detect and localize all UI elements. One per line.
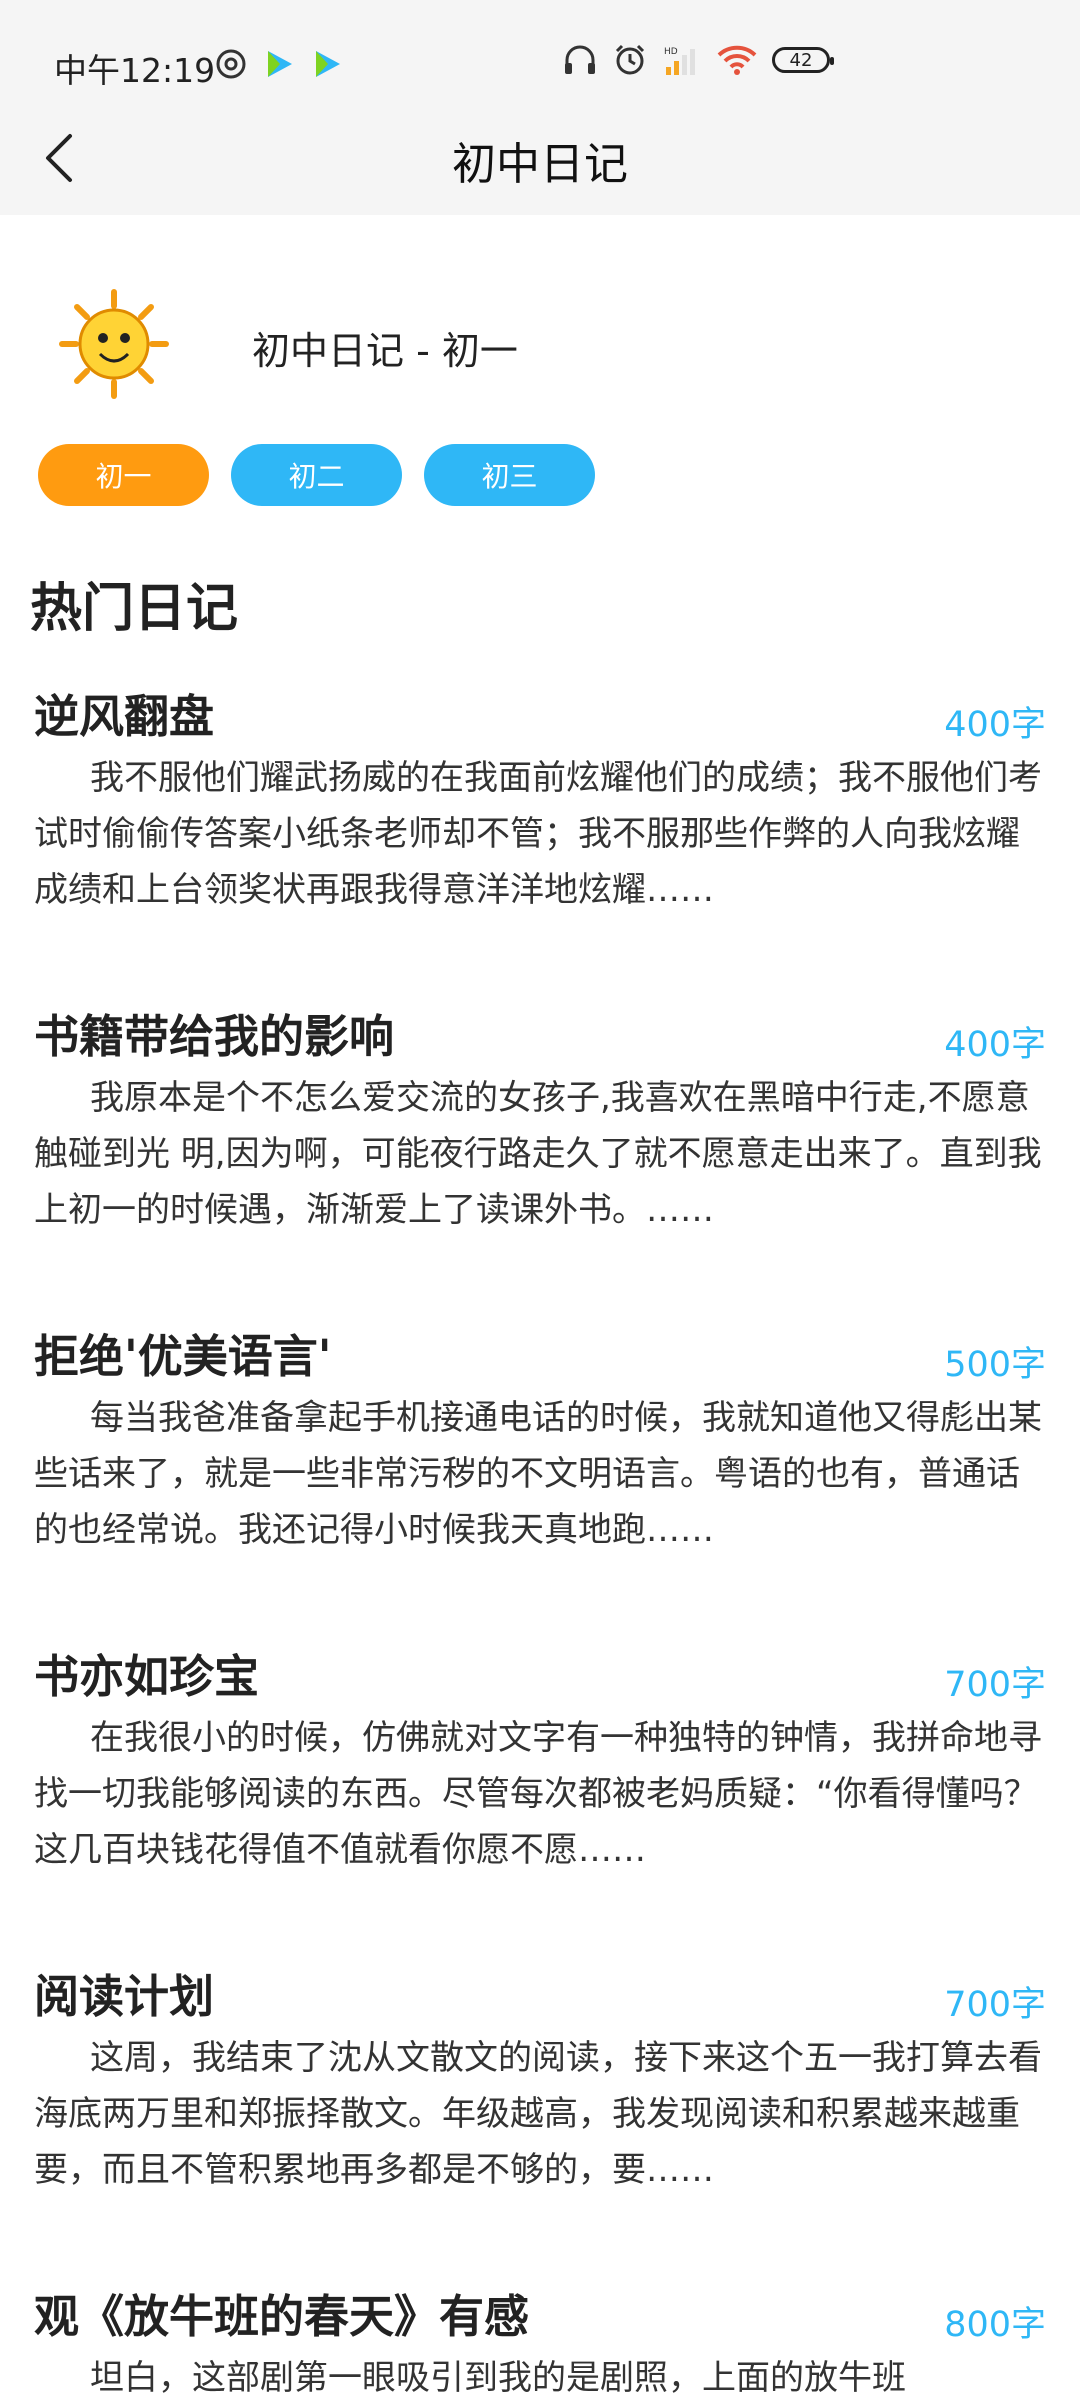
status-right-icons: HD 42 bbox=[562, 40, 834, 80]
signal-icon: HD bbox=[664, 47, 695, 75]
diary-item[interactable]: 书亦如珍宝 700字 在我很小的时候，仿佛就对文字有一种独特的钟情，我拼命地寻找… bbox=[0, 1620, 1080, 1940]
diary-title: 阅读计划 bbox=[34, 1970, 215, 2023]
diary-excerpt: 每当我爸准备拿起手机接通电话的时候，我就知道他又得彪出某些话来了，就是一些非常污… bbox=[34, 1398, 1042, 1550]
diary-item[interactable]: 阅读计划 700字 这周，我结束了沈从文散文的阅读，接下来这个五一我打算去看海底… bbox=[0, 1940, 1080, 2260]
diary-item[interactable]: 观《放牛班的春天》有感 800字 坦白，这部剧第一眼吸引到我的是剧照，上面的放牛… bbox=[0, 2260, 1080, 2400]
diary-item[interactable]: 逆风翻盘 400字 我不服他们耀武扬威的在我面前炫耀他们的成绩；我不服他们考试时… bbox=[0, 660, 1080, 980]
alarm-icon bbox=[615, 44, 645, 75]
tab-grade-3[interactable]: 初三 bbox=[424, 444, 595, 506]
status-time: 中午12:19 bbox=[54, 51, 216, 90]
grade-tabs: 初一 初二 初三 bbox=[38, 444, 595, 506]
diary-word-count: 500字 bbox=[944, 1345, 1046, 1385]
diary-word-count: 700字 bbox=[944, 1985, 1046, 2025]
sun-mascot-icon bbox=[59, 289, 169, 399]
svg-text:HD: HD bbox=[664, 47, 678, 57]
diary-excerpt: 我不服他们耀武扬威的在我面前炫耀他们的成绩；我不服他们考试时偷偷传答案小纸条老师… bbox=[34, 758, 1042, 910]
diary-title: 书籍带给我的影响 bbox=[34, 1010, 395, 1063]
video-app-icon-2 bbox=[316, 51, 340, 77]
diary-title: 书亦如珍宝 bbox=[34, 1650, 260, 1703]
tab-grade-2[interactable]: 初二 bbox=[231, 444, 402, 506]
navigation-bar: 初中日记 bbox=[0, 128, 1080, 215]
section-title: 热门日记 bbox=[30, 579, 239, 639]
video-app-icon bbox=[268, 51, 292, 77]
diary-word-count: 800字 bbox=[944, 2305, 1046, 2345]
category-header: 初中日记 - 初一 bbox=[0, 260, 1080, 410]
diary-excerpt: 我原本是个不怎么爱交流的女孩子,我喜欢在黑暗中行走,不愿意触碰到光 明,因为啊，… bbox=[34, 1078, 1042, 1230]
netease-music-icon bbox=[216, 49, 246, 79]
diary-item[interactable]: 拒绝'优美语言' 500字 每当我爸准备拿起手机接通电话的时候，我就知道他又得彪… bbox=[0, 1300, 1080, 1620]
diary-word-count: 400字 bbox=[944, 1025, 1046, 1065]
wifi-icon bbox=[717, 45, 757, 75]
tab-grade-1[interactable]: 初一 bbox=[38, 444, 209, 506]
diary-word-count: 400字 bbox=[944, 705, 1046, 745]
diary-excerpt: 坦白，这部剧第一眼吸引到我的是剧照，上面的放牛班 bbox=[90, 2358, 906, 2398]
page-title: 初中日记 bbox=[452, 139, 628, 190]
diary-title: 逆风翻盘 bbox=[34, 690, 215, 743]
battery-indicator: 42 bbox=[772, 47, 834, 73]
status-bar: 中午12:19 HD 42 bbox=[0, 0, 1080, 128]
headphones-icon bbox=[565, 45, 595, 74]
category-label: 初中日记 - 初一 bbox=[252, 329, 518, 373]
status-left-icons bbox=[214, 44, 344, 84]
diary-title: 拒绝'优美语言' bbox=[34, 1330, 332, 1383]
battery-level: 42 bbox=[789, 49, 813, 71]
diary-title: 观《放牛班的春天》有感 bbox=[34, 2290, 530, 2343]
diary-word-count: 700字 bbox=[944, 1665, 1046, 1705]
diary-item[interactable]: 书籍带给我的影响 400字 我原本是个不怎么爱交流的女孩子,我喜欢在黑暗中行走,… bbox=[0, 980, 1080, 1300]
top-bar: 中午12:19 HD 42 初中日记 bbox=[0, 0, 1080, 215]
diary-excerpt: 这周，我结束了沈从文散文的阅读，接下来这个五一我打算去看海底两万里和郑振择散文。… bbox=[34, 2038, 1042, 2190]
diary-excerpt: 在我很小的时候，仿佛就对文字有一种独特的钟情，我拼命地寻找一切我能够阅读的东西。… bbox=[34, 1718, 1042, 1870]
